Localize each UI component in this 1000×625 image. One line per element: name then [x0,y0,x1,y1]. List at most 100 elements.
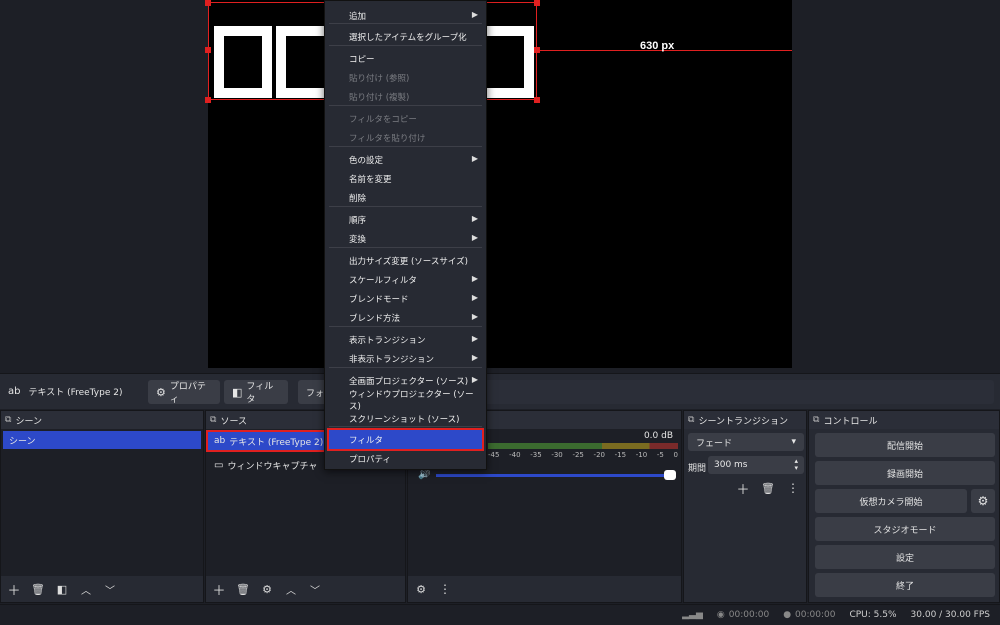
menu-item[interactable]: 出力サイズ変更 (ソースサイズ) [329,251,482,270]
source-properties-button[interactable]: ⚙ [258,580,276,598]
menu-item-label: 名前を変更 [349,174,392,185]
submenu-arrow-icon: ▶ [471,214,478,223]
submenu-arrow-icon: ▶ [471,375,478,384]
resize-handle[interactable] [205,0,211,6]
source-context-bar: ab テキスト (FreeType 2) ⚙ プロパティ ◧ フィルタ フォ [0,373,1000,409]
resize-handle[interactable] [205,47,211,53]
menu-item[interactable]: コピー [329,49,482,68]
font-button-label: フォ [306,388,325,399]
menu-item[interactable]: ブレンドモード ▶ [329,289,482,308]
source-item-label: ウィンドウキャプチャ [227,461,318,472]
audio-db-readout: 0.0 dB [643,431,673,441]
controls-dock: ⧉ コントロール 配信開始 録画開始 仮想カメラ開始 ⚙ スタジオモード 設定 … [808,410,1000,603]
settings-button[interactable]: 設定 [815,545,995,569]
menu-item-label: 表示トランジション [349,335,426,346]
status-bar: ▂▃▅ ◉ 00:00:00 ● 00:00:00 CPU: 5.5% 30.0… [0,604,1000,625]
studio-mode-button[interactable]: スタジオモード [815,517,995,541]
submenu-arrow-icon: ▶ [471,274,478,283]
menu-item-label: スクリーンショット (ソース) [349,414,460,425]
menu-item-label: ウィンドウプロジェクター (ソース) [349,389,474,412]
scene-transitions-dock: ⧉ シーントランジション フェード ▾ 期間 300 ms ▴ ▾ ＋ 🗑 ⋮ [683,410,807,603]
menu-item[interactable]: 表示トランジション ▶ [329,330,482,349]
vu-meter [488,443,678,449]
resize-handle[interactable] [534,97,540,103]
start-streaming-button[interactable]: 配信開始 [815,433,995,457]
move-scene-up-button[interactable]: ︿ [77,580,95,598]
menu-item[interactable]: フィルタ [327,428,484,451]
menu-item[interactable]: 選択したアイテムをグループ化 [329,27,482,46]
remove-transition-button[interactable]: 🗑 [759,479,777,497]
source-context-menu: 追加 ▶ 選択したアイテムをグループ化 コピー貼り付け (参照) 貼り付け (複製) フィ… [324,0,487,470]
remove-scene-button[interactable]: 🗑 [29,580,47,598]
menu-item[interactable]: ブレンド方法 ▶ [329,308,482,327]
properties-button[interactable]: ⚙ プロパティ [148,380,220,405]
menu-item-label: 貼り付け (参照) [349,73,410,84]
menu-item-label: プロパティ [349,454,391,465]
menu-item: 貼り付け (複製) [329,87,482,106]
duration-value: 300 ms [714,460,748,470]
controls-header: ⧉ コントロール [809,411,999,429]
audio-mixer-footer: ⚙ ⋮ [408,576,681,602]
text-icon: ab [8,386,21,397]
filters-button[interactable]: ◧ フィルタ [224,380,288,405]
menu-item[interactable]: 非表示トランジション ▶ [329,349,482,368]
menu-item[interactable]: 順序 ▶ [329,210,482,229]
menu-item-label: 色の設定 [349,155,384,166]
stream-status: ◉ 00:00:00 [717,610,769,620]
remove-source-button[interactable]: 🗑 [234,580,252,598]
transition-options-button[interactable]: ⋮ [784,479,802,497]
volume-slider-handle[interactable] [664,470,676,480]
menu-item-label: 貼り付け (複製) [349,92,410,103]
menu-item[interactable]: 削除 [329,188,482,207]
virtualcam-settings-button[interactable]: ⚙ [971,489,995,513]
start-virtualcam-button[interactable]: 仮想カメラ開始 [815,489,967,513]
resize-handle[interactable] [205,97,211,103]
menu-item[interactable]: スケールフィルタ ▶ [329,270,482,289]
vu-tick: -40 [509,451,521,459]
move-scene-down-button[interactable]: ﹀ [101,580,119,598]
menu-item[interactable]: 名前を変更 [329,169,482,188]
spin-arrows-icon: ▴ ▾ [794,457,798,472]
scenes-list: シーン [1,429,203,576]
scene-item[interactable]: シーン [3,431,201,449]
vu-scale: -45 -40 -35 -30 -25 -20 -15 -10 -5 0 [488,451,678,461]
exit-button[interactable]: 終了 [815,573,995,597]
menu-item[interactable]: スクリーンショット (ソース) [329,409,482,428]
menu-item[interactable]: ウィンドウプロジェクター (ソース) [329,389,482,412]
resize-handle[interactable] [534,0,540,6]
menu-item: フィルタを貼り付け [329,128,482,147]
speaker-icon[interactable]: 🔊 [418,469,430,480]
scene-filters-button[interactable]: ◧ [53,580,71,598]
menu-item-label: ブレンドモード [349,294,409,305]
volume-slider[interactable] [436,474,672,477]
menu-item-label: 変換 [349,234,367,245]
add-scene-button[interactable]: ＋ [5,580,23,599]
vu-tick: -10 [635,451,648,459]
menu-item[interactable]: 変換 ▶ [329,229,482,248]
submenu-arrow-icon: ▶ [471,293,478,302]
duration-spinbox[interactable]: 300 ms ▴ ▾ [708,456,804,474]
menu-item[interactable]: 色の設定 ▶ [329,150,482,169]
menu-item-label: 出力サイズ変更 (ソースサイズ) [349,256,468,267]
menu-item[interactable]: 追加 ▶ [329,6,482,25]
vu-tick: -25 [572,451,584,459]
move-source-up-button[interactable]: ︿ [282,580,300,598]
add-transition-button[interactable]: ＋ [734,479,752,498]
add-source-button[interactable]: ＋ [210,580,228,599]
menu-item[interactable]: プロパティ [329,449,482,468]
submenu-arrow-icon: ▶ [471,353,478,362]
menu-item-label: フィルタ [349,435,383,446]
more-options-button[interactable]: ⋮ [436,580,454,598]
transition-select[interactable]: フェード ▾ [688,433,804,451]
start-recording-button[interactable]: 録画開始 [815,461,995,485]
record-status: ● 00:00:00 [783,610,835,620]
menu-item-label: 全画面プロジェクター (ソース) [349,376,469,387]
audio-settings-button[interactable]: ⚙ [412,580,430,598]
scenes-dock-footer: ＋ 🗑 ◧ ︿ ﹀ [1,576,203,602]
menu-item-label: フィルタを貼り付け [349,133,426,144]
menu-item-label: 非表示トランジション [349,354,435,365]
controls-body: 配信開始 録画開始 仮想カメラ開始 ⚙ スタジオモード 設定 終了 [809,429,999,602]
move-source-down-button[interactable]: ﹀ [306,580,324,598]
source-item-text[interactable]: ab テキスト (FreeType 2) [206,430,326,452]
scene-transitions-body: フェード ▾ 期間 300 ms ▴ ▾ ＋ 🗑 ⋮ [684,429,806,602]
